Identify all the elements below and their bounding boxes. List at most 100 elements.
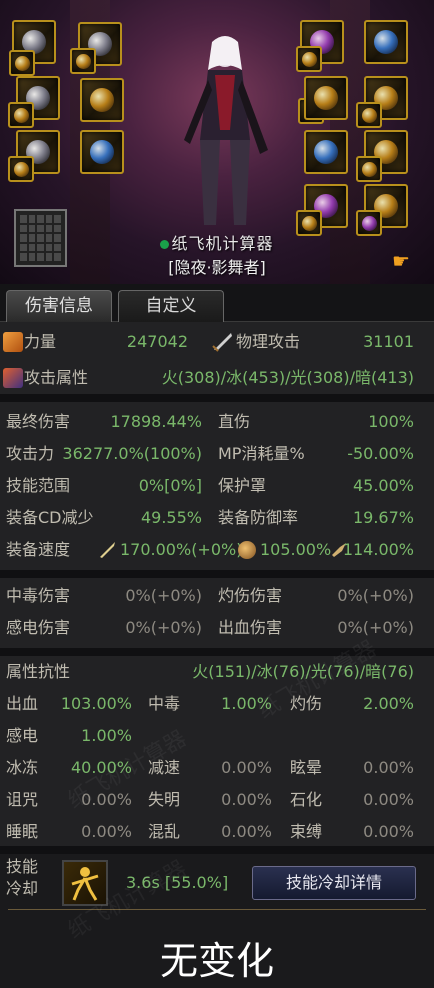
resistance-value: 0.00%	[81, 790, 132, 809]
stat-row: 攻击属性 火(308)/冰(453)/光(308)/暗(413)	[0, 362, 434, 394]
divider	[0, 394, 434, 402]
equipment-slot-bracelet[interactable]	[364, 20, 408, 64]
resistance-label: 诅咒	[6, 790, 39, 809]
equip-cd-label: 装备CD减少	[6, 508, 94, 527]
attack-power-value: 36277.0%(100%)	[62, 444, 202, 463]
resistance-label: 睡眠	[6, 822, 39, 841]
resistance-value: 0.00%	[363, 822, 414, 841]
stat-row: 攻击力 36277.0%(100%) MP消耗量% -50.00%	[0, 438, 434, 470]
shield-label: 保护罩	[218, 476, 267, 495]
strength-icon	[3, 332, 23, 352]
resistance-label: 石化	[290, 790, 323, 809]
resistance-value: 1.00%	[221, 694, 272, 713]
character-class: [隐夜·影舞者]	[168, 258, 266, 277]
equipment-slot-title[interactable]	[9, 50, 35, 76]
character-panel: 纸飞机计算器 [隐夜·影舞者] ☛	[0, 0, 434, 284]
pointing-hand-icon[interactable]: ☛	[392, 250, 414, 272]
character-avatar	[184, 36, 268, 225]
stat-row: 装备速度 170.00%(+0%) 105.00% 114.00%	[0, 534, 434, 566]
stat-row: 最终伤害 17898.44% 直伤 100%	[0, 406, 434, 438]
character-name-text: 纸飞机计算器	[171, 234, 274, 253]
resistance-label: 冰冻	[6, 758, 39, 777]
stat-row: 力量 247042 物理攻击 31101	[0, 326, 434, 358]
equipment-slot-belt[interactable]	[80, 78, 124, 122]
element-attack-icon	[3, 368, 23, 388]
equip-defense-value: 19.67%	[352, 508, 414, 527]
attack-element-value: 火(308)/冰(453)/光(308)/暗(413)	[161, 368, 414, 387]
equip-cd-value: 49.55%	[140, 508, 202, 527]
cooldown-value: 3.6s [55.0%]	[126, 873, 229, 892]
equipment-slot-emblem[interactable]	[8, 102, 34, 128]
attack-speed-icon	[100, 542, 115, 558]
resistance-label: 失明	[148, 790, 181, 809]
poison-damage-value: 0%(+0%)	[125, 586, 202, 605]
skill-icon[interactable]	[62, 860, 108, 906]
resistance-value: 40.00%	[70, 758, 132, 777]
shock-damage-value: 0%(+0%)	[125, 618, 202, 637]
stat-row: 装备CD减少 49.55% 装备防御率 19.67%	[0, 502, 434, 534]
bleed-damage-value: 0%(+0%)	[337, 618, 414, 637]
resistance-row: 冰冻 40.00% 减速 0.00% 眩晕 0.00%	[0, 752, 434, 784]
cooldown-details-button[interactable]: 技能冷却详情	[252, 866, 416, 900]
sword-icon	[212, 333, 232, 352]
footer-divider	[8, 909, 426, 910]
resistance-value: 0.00%	[221, 822, 272, 841]
skill-figure-icon	[71, 867, 99, 901]
equipment-slot-pet[interactable]	[80, 130, 124, 174]
attack-element-label: 攻击属性	[24, 368, 89, 387]
resistance-label: 束缚	[290, 822, 323, 841]
equipment-slot-emblem[interactable]	[296, 46, 322, 72]
strength-label: 力量	[24, 332, 57, 351]
physical-attack-value: 31101	[363, 332, 414, 351]
stat-row: 技能范围 0%[0%] 保护罩 45.00%	[0, 470, 434, 502]
resistance-section: 属性抗性 火(151)/冰(76)/光(76)/暗(76) 出血 103.00%…	[0, 656, 434, 846]
equipment-slot-emblem[interactable]	[70, 48, 96, 74]
resistance-row: 出血 103.00% 中毒 1.00% 灼伤 2.00%	[0, 688, 434, 720]
equipment-slot-emblem[interactable]	[356, 156, 382, 182]
status-damage-section: 中毒伤害 0%(+0%) 灼伤伤害 0%(+0%) 感电伤害 0%(+0%) 出…	[0, 578, 434, 648]
shield-value: 45.00%	[352, 476, 414, 495]
resistance-label: 混乱	[148, 822, 181, 841]
attack-power-label: 攻击力	[6, 444, 55, 463]
resistance-value: 0.00%	[363, 790, 414, 809]
bleed-damage-label: 出血伤害	[218, 618, 283, 637]
cast-speed-icon	[238, 541, 256, 559]
tab-custom[interactable]: 自定义	[118, 290, 224, 322]
stat-row: 属性抗性 火(151)/冰(76)/光(76)/暗(76)	[0, 656, 434, 688]
resistance-value: 103.00%	[60, 694, 132, 713]
resistance-label: 感电	[6, 726, 39, 745]
online-dot-icon	[160, 240, 170, 249]
final-damage-label: 最终伤害	[6, 412, 71, 431]
skill-cooldown-section: 技能 冷却 3.6s [55.0%] 技能冷却详情	[0, 854, 434, 910]
resistance-label: 眩晕	[290, 758, 323, 777]
divider	[0, 648, 434, 656]
tab-damage-info[interactable]: 伤害信息	[6, 290, 112, 322]
stat-row: 中毒伤害 0%(+0%) 灼伤伤害 0%(+0%)	[0, 580, 434, 612]
shock-damage-label: 感电伤害	[6, 618, 71, 637]
resistance-label: 中毒	[148, 694, 181, 713]
skill-range-value: 0%[0%]	[138, 476, 202, 495]
equipment-slot-ring[interactable]	[304, 76, 348, 120]
resistance-value: 2.00%	[363, 694, 414, 713]
resistance-value: 0.00%	[221, 790, 272, 809]
direct-damage-value: 100%	[368, 412, 414, 431]
damage-stats-section: 最终伤害 17898.44% 直伤 100% 攻击力 36277.0%(100%…	[0, 402, 434, 570]
stat-row: 感电伤害 0%(+0%) 出血伤害 0%(+0%)	[0, 612, 434, 644]
cast-speed-value: 105.00%	[260, 540, 332, 559]
resistance-row: 感电 1.00%	[0, 720, 434, 752]
equipment-slot-magic-stone[interactable]	[304, 130, 348, 174]
physical-attack-label: 物理攻击	[236, 332, 301, 351]
status-text: 无变化	[159, 939, 274, 983]
skill-range-label: 技能范围	[6, 476, 71, 495]
equip-defense-label: 装备防御率	[218, 508, 299, 527]
attack-speed-value: 170.00%(+0%)	[120, 540, 243, 559]
stats-panel: 力量 247042 物理攻击 31101 攻击属性 火(308)/冰(453)/…	[0, 322, 434, 988]
tab-bar: 伤害信息 自定义	[0, 284, 434, 322]
element-resistance-label: 属性抗性	[6, 662, 71, 681]
divider	[0, 570, 434, 578]
mp-cost-value: -50.00%	[347, 444, 414, 463]
equipment-slot-emblem[interactable]	[356, 102, 382, 128]
primary-stats-section: 力量 247042 物理攻击 31101 攻击属性 火(308)/冰(453)/…	[0, 322, 434, 394]
equipment-slot-emblem[interactable]	[8, 156, 34, 182]
resistance-row: 睡眠 0.00% 混乱 0.00% 束缚 0.00%	[0, 816, 434, 848]
